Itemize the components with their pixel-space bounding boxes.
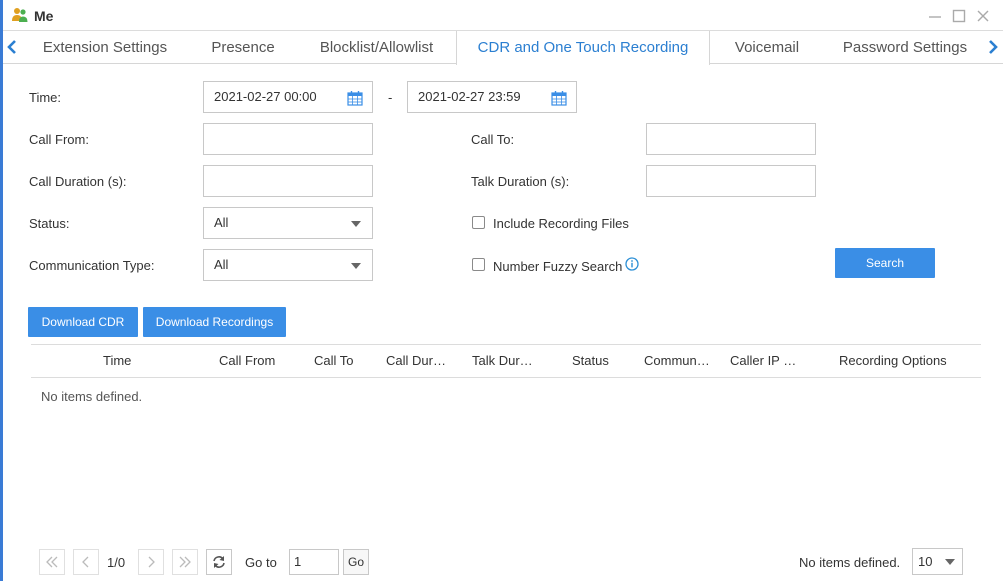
tab-password-settings[interactable]: Password Settings	[831, 31, 979, 64]
page-info: 1/0	[107, 555, 126, 570]
minimize-icon[interactable]	[927, 8, 943, 24]
column-header-call-from[interactable]: Call From	[219, 345, 299, 377]
info-icon[interactable]	[625, 257, 639, 271]
time-from-input[interactable]: 2021-02-27 00:00	[203, 81, 373, 113]
include-recording-checkbox[interactable]	[472, 216, 485, 229]
comm-type-select-value: All	[214, 257, 229, 272]
time-separator: -	[388, 90, 393, 105]
talk-duration-input[interactable]	[646, 165, 816, 197]
column-header-recording-options[interactable]: Recording Options	[839, 345, 969, 377]
column-header-call-duration[interactable]: Call Dur…	[386, 345, 461, 377]
chevron-left-icon	[82, 556, 89, 568]
table-empty-text: No items defined.	[41, 389, 143, 404]
tab-voicemail[interactable]: Voicemail	[721, 31, 813, 64]
time-to-input[interactable]: 2021-02-27 23:59	[407, 81, 577, 113]
tab-extension-settings[interactable]: Extension Settings	[27, 31, 183, 64]
last-page-button[interactable]	[172, 549, 198, 575]
chevron-left-icon[interactable]	[5, 39, 19, 55]
users-icon	[12, 8, 28, 22]
prev-page-button[interactable]	[73, 549, 99, 575]
page-size-value: 10	[918, 554, 933, 569]
calendar-icon[interactable]	[347, 90, 363, 106]
search-button[interactable]: Search	[835, 248, 935, 278]
call-duration-input[interactable]	[203, 165, 373, 197]
tab-bar: Extension Settings Presence Blocklist/Al…	[3, 31, 1003, 65]
cdr-table-header: Time Call From Call To Call Dur… Talk Du…	[31, 344, 981, 378]
fuzzy-search-checkbox[interactable]	[472, 258, 485, 271]
chevron-right-icon	[148, 556, 155, 568]
download-recordings-button[interactable]: Download Recordings	[143, 307, 286, 337]
pager-status-text: No items defined.	[799, 555, 901, 570]
dropdown-arrow-icon	[945, 559, 955, 565]
column-header-time[interactable]: Time	[103, 345, 183, 377]
call-from-input[interactable]	[203, 123, 373, 155]
column-header-status[interactable]: Status	[572, 345, 632, 377]
refresh-button[interactable]	[206, 549, 232, 575]
go-button[interactable]: Go	[343, 549, 369, 575]
comm-type-select[interactable]: All	[203, 249, 373, 281]
title-bar: Me	[3, 0, 1003, 31]
page-size-select[interactable]: 10	[912, 548, 963, 575]
talk-duration-label: Talk Duration (s):	[471, 174, 570, 189]
include-recording-label: Include Recording Files	[493, 216, 629, 231]
column-header-talk-duration[interactable]: Talk Dur…	[472, 345, 547, 377]
dropdown-arrow-icon	[351, 263, 361, 269]
calendar-icon[interactable]	[551, 90, 567, 106]
call-from-label: Call From:	[29, 132, 89, 147]
fuzzy-search-label: Number Fuzzy Search	[493, 259, 623, 274]
time-from-value: 2021-02-27 00:00	[214, 89, 317, 104]
window-title: Me	[34, 8, 54, 24]
column-header-call-to[interactable]: Call To	[314, 345, 384, 377]
dropdown-arrow-icon	[351, 221, 361, 227]
tab-cdr-recording[interactable]: CDR and One Touch Recording	[456, 31, 710, 65]
status-select-value: All	[214, 215, 229, 230]
tab-blocklist-allowlist[interactable]: Blocklist/Allowlist	[303, 31, 450, 64]
column-header-communication-type[interactable]: Commun…	[644, 345, 719, 377]
me-window: Me Extension Settings Presence Blocklist…	[0, 0, 1003, 581]
call-to-input[interactable]	[646, 123, 816, 155]
double-chevron-left-icon	[46, 556, 58, 568]
column-header-caller-ip[interactable]: Caller IP …	[730, 345, 810, 377]
close-icon[interactable]	[975, 8, 991, 24]
status-label: Status:	[29, 216, 70, 231]
chevron-right-icon[interactable]	[986, 39, 1000, 55]
refresh-icon	[213, 556, 225, 568]
time-to-value: 2021-02-27 23:59	[418, 89, 521, 104]
maximize-icon[interactable]	[951, 8, 967, 24]
comm-type-label: Communication Type:	[29, 258, 155, 273]
double-chevron-right-icon	[179, 556, 191, 568]
status-select[interactable]: All	[203, 207, 373, 239]
next-page-button[interactable]	[138, 549, 164, 575]
goto-page-input[interactable]: 1	[289, 549, 339, 575]
time-label: Time:	[29, 90, 62, 105]
download-cdr-button[interactable]: Download CDR	[28, 307, 138, 337]
goto-label: Go to	[245, 555, 277, 570]
call-to-label: Call To:	[471, 132, 515, 147]
tab-presence[interactable]: Presence	[193, 31, 293, 64]
call-duration-label: Call Duration (s):	[29, 174, 127, 189]
first-page-button[interactable]	[39, 549, 65, 575]
